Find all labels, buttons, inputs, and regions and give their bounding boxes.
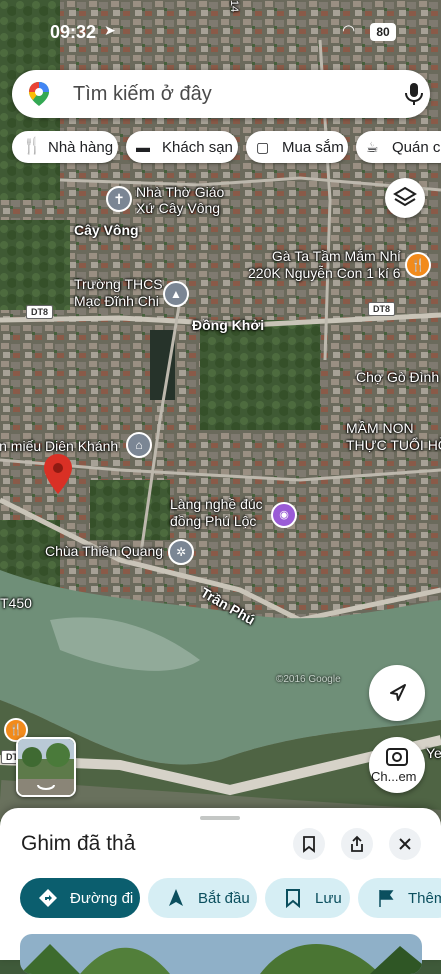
camera-lens-icon: [386, 748, 408, 766]
start-button[interactable]: Bắt đầu: [148, 878, 257, 918]
search-input[interactable]: Tìm kiếm ở đây: [73, 83, 212, 106]
bookmark-icon: [286, 889, 300, 908]
poi-label-temple[interactable]: Văn miếu Diên Khánh: [0, 438, 118, 454]
start-label: Bắt đầu: [198, 889, 250, 907]
restaurant-marker-icon[interactable]: 🍴: [405, 252, 431, 278]
fork-knife-icon: 🍴: [22, 138, 42, 155]
close-button[interactable]: [389, 828, 421, 860]
status-bar: 09:32 ➤ ◠ 80: [0, 18, 441, 48]
route-shield-dt8: DT8: [26, 305, 54, 319]
place-label-ye: Ye: [426, 745, 441, 761]
close-icon: [399, 838, 411, 850]
directions-label: Đường đi: [70, 889, 134, 907]
more-button[interactable]: Thêm: [358, 878, 441, 918]
chip-label: Mua sắm: [282, 138, 344, 156]
chip-shopping[interactable]: ▢ Mua sắm: [246, 131, 348, 163]
chip-label: Khách sạn: [162, 138, 233, 156]
my-location-button[interactable]: [369, 665, 425, 721]
route-shield-dt8: DT8: [368, 302, 396, 316]
pagoda-marker-icon[interactable]: ✲: [168, 539, 194, 565]
place-label-cay-vong: Cây Vông: [74, 222, 139, 238]
more-label: Thêm: [408, 889, 441, 907]
poi-label-church[interactable]: Nhà Thờ Giáo Xứ Cây Vông: [136, 184, 224, 216]
poi-label-craft-village[interactable]: Làng nghề đúc đồng Phú Lộc: [170, 496, 263, 530]
directions-icon: [39, 889, 57, 907]
chip-cafes[interactable]: ☕ Quán cà: [356, 131, 441, 163]
save-label: Lưu: [315, 889, 342, 907]
place-bottom-sheet[interactable]: Ghim đã thả Đường đi Bắt đầu Lưu Thêm: [0, 808, 441, 974]
chip-label: Nhà hàng: [48, 138, 114, 156]
category-chips: 🍴 Nhà hàng ▬ Khách sạn ▢ Mua sắm ☕ Quán …: [12, 131, 441, 163]
bookmark-icon: [303, 836, 315, 853]
chip-label: Quán cà: [392, 138, 441, 156]
poi-label-restaurant[interactable]: Gà Ta Tầm Mắm Nhỉ 220K Nguyễn Con 1 kí 6: [248, 248, 401, 282]
navigation-arrow-icon: [390, 684, 406, 701]
navigation-arrow-icon: [169, 889, 183, 906]
status-time: 09:32: [50, 22, 97, 42]
sheet-title: Ghim đã thả: [21, 832, 136, 855]
road-number-label: 14: [228, 0, 241, 13]
temple-marker-icon[interactable]: ⌂: [126, 432, 152, 458]
flag-icon: [379, 890, 394, 907]
wifi-icon: ◠: [342, 22, 356, 39]
school-marker-icon[interactable]: ▲: [163, 281, 189, 307]
directions-button[interactable]: Đường đi: [20, 878, 140, 918]
church-marker-icon[interactable]: ✝: [106, 186, 132, 212]
lens-button-label: Ch...em: [371, 769, 417, 784]
coffee-cup-icon: ☕: [366, 139, 379, 155]
poi-label-market[interactable]: Chợ Gò Đình: [356, 369, 439, 385]
road-label-dong-khoi: Đồng Khởi: [192, 317, 265, 333]
dropped-pin-icon[interactable]: [44, 454, 72, 494]
poi-label-pagoda[interactable]: Chùa Thiên Quang: [45, 543, 163, 559]
microphone-icon[interactable]: [402, 81, 426, 107]
poi-label-kindergarten[interactable]: MẦM NON THỰC TUỔI HỒ: [346, 420, 441, 454]
bed-icon: ▬: [136, 139, 150, 155]
layers-icon: [393, 186, 417, 207]
street-view-thumbnail[interactable]: [16, 737, 76, 797]
sheet-drag-handle[interactable]: [200, 816, 240, 820]
share-button[interactable]: [341, 828, 373, 860]
shopping-bag-icon: ▢: [256, 139, 270, 155]
poi-label-school[interactable]: Trường THCS Mạc Đĩnh Chi: [74, 276, 163, 310]
place-photo[interactable]: [20, 934, 422, 974]
maps-logo-icon: [29, 82, 49, 106]
photo-image: [20, 934, 422, 974]
street-view-image: [18, 739, 74, 795]
chip-restaurants[interactable]: 🍴 Nhà hàng: [12, 131, 118, 163]
layers-button[interactable]: [385, 178, 425, 218]
map-watermark: ©2016 Google: [276, 674, 341, 685]
chip-hotels[interactable]: ▬ Khách sạn: [126, 131, 238, 163]
save-bookmark-button[interactable]: [293, 828, 325, 860]
search-bar[interactable]: Tìm kiếm ở đây: [12, 70, 430, 118]
share-icon: [351, 835, 363, 852]
craft-village-marker-icon[interactable]: ◉: [271, 502, 297, 528]
location-arrow-icon: ➤: [104, 22, 116, 38]
save-button[interactable]: Lưu: [265, 878, 350, 918]
road-label-t450: T450: [0, 595, 32, 611]
lens-button[interactable]: Ch...em: [369, 737, 425, 793]
battery-indicator: 80: [370, 23, 396, 41]
